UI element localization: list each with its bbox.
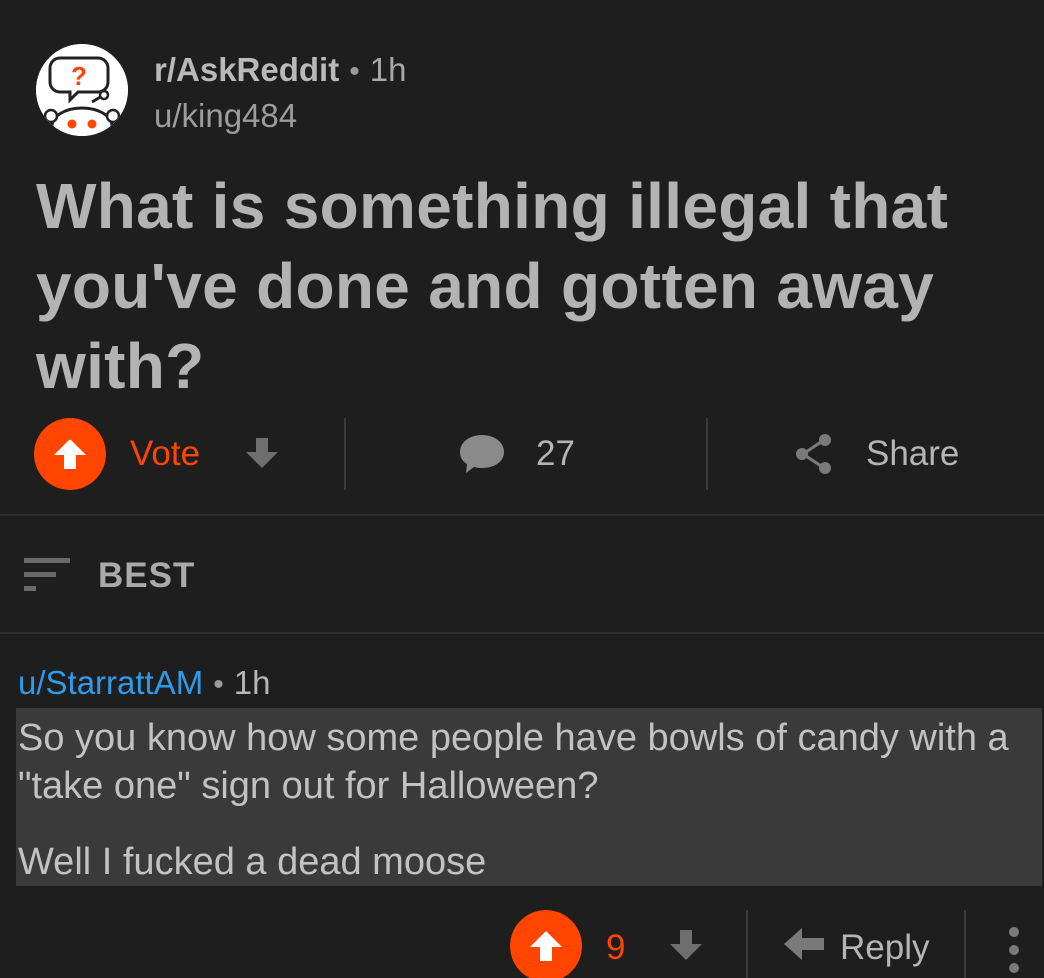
comment-bubble-icon[interactable] — [458, 432, 506, 476]
reply-arrow-icon[interactable] — [784, 926, 826, 962]
comment: u/StarrattAM • 1h So you know how some p… — [0, 634, 1044, 978]
upvote-arrow-icon — [530, 931, 562, 961]
post-meta: r/AskReddit • 1h u/king484 — [154, 50, 406, 138]
post-upvote-button[interactable] — [34, 418, 106, 490]
upvote-arrow-icon — [54, 439, 86, 469]
post-action-bar: Vote 27 Share — [0, 418, 1044, 490]
sort-label: BEST — [98, 556, 196, 595]
post-downvote-button[interactable] — [240, 432, 284, 476]
post-meta-row: r/AskReddit • 1h — [154, 50, 406, 92]
comment-count[interactable]: 27 — [536, 434, 575, 474]
comment-sort-selector[interactable]: BEST — [0, 516, 1044, 632]
reply-button[interactable]: Reply — [840, 928, 929, 968]
post-detail-page: ? r/AskReddit • 1h u/king484 What is som… — [0, 0, 1044, 978]
comment-paragraph: So you know how some people have bowls o… — [18, 717, 1009, 807]
post-age: 1h — [369, 51, 407, 88]
share-button[interactable]: Share — [866, 434, 959, 474]
share-icon[interactable] — [794, 432, 834, 476]
downvote-arrow-icon — [670, 930, 702, 960]
comment-author-link[interactable]: u/StarrattAM — [18, 664, 203, 702]
comment-age: 1h — [233, 664, 271, 701]
post-header: ? r/AskReddit • 1h u/king484 — [36, 44, 736, 136]
action-divider — [746, 910, 748, 978]
svg-text:?: ? — [71, 61, 87, 91]
comment-body: So you know how some people have bowls o… — [16, 708, 1042, 886]
comment-upvote-button[interactable] — [510, 910, 582, 978]
meta-separator: • — [349, 55, 360, 88]
post-author-link[interactable]: u/king484 — [154, 94, 406, 138]
comment-paragraph: Well I fucked a dead moose — [18, 841, 487, 883]
action-divider — [344, 418, 346, 490]
subreddit-link[interactable]: r/AskReddit — [154, 50, 339, 90]
comment-score: 9 — [606, 928, 626, 967]
comment-meta: u/StarrattAM • 1h — [18, 664, 270, 702]
sort-lines-icon — [24, 558, 70, 591]
comment-downvote-button[interactable] — [664, 924, 708, 968]
askreddit-snoo-icon: ? — [36, 44, 128, 136]
post-title: What is something illegal that you've do… — [36, 170, 949, 402]
downvote-arrow-icon — [246, 438, 278, 468]
subreddit-avatar[interactable]: ? — [36, 44, 128, 136]
more-vertical-icon[interactable] — [1004, 924, 1024, 978]
meta-separator: • — [213, 668, 224, 701]
comment-action-bar: 9 Reply — [0, 910, 1044, 978]
action-divider — [706, 418, 708, 490]
vote-label: Vote — [130, 434, 201, 473]
action-divider — [964, 910, 966, 978]
